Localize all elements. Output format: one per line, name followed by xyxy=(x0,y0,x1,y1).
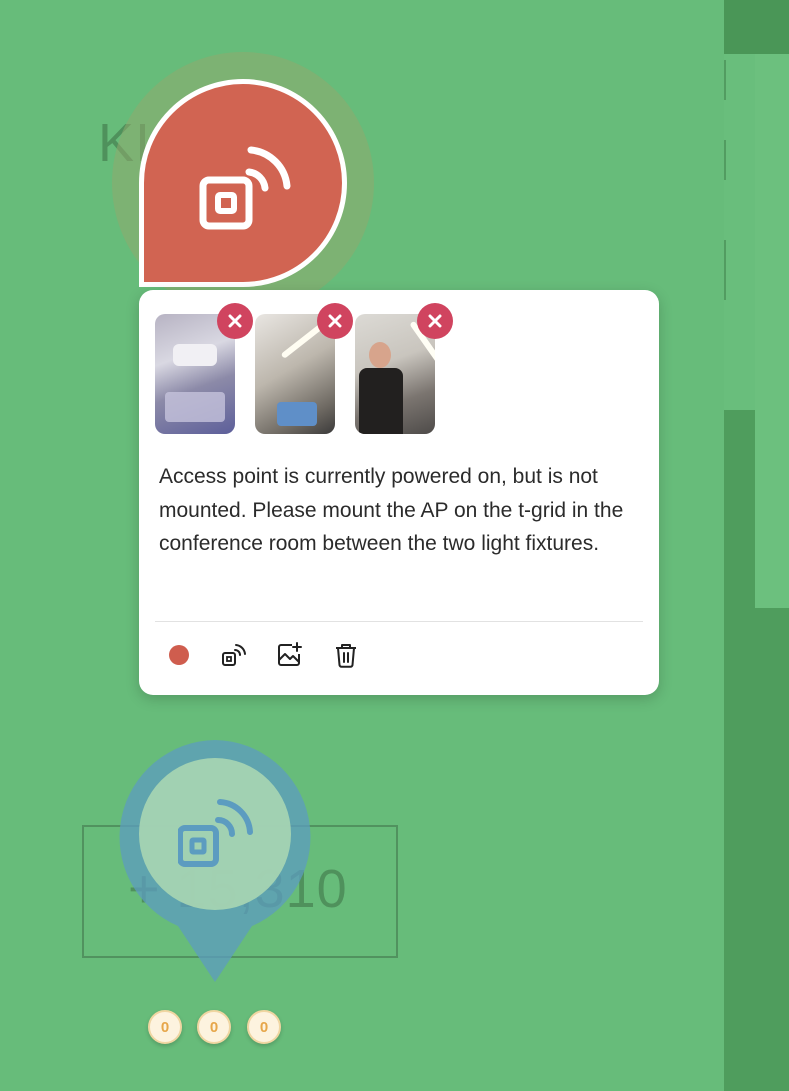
device-type-button[interactable] xyxy=(216,637,252,673)
count-badge[interactable]: 0 xyxy=(247,1010,281,1044)
access-point-popup: Access point is currently powered on, bu… xyxy=(139,290,659,695)
access-point-icon xyxy=(178,799,253,867)
map-wall-dash xyxy=(724,60,726,100)
map-wall-dash xyxy=(724,240,726,300)
popup-toolbar xyxy=(139,637,659,673)
remove-photo-button[interactable] xyxy=(317,303,353,339)
note-text[interactable]: Access point is currently powered on, bu… xyxy=(159,460,649,561)
status-button[interactable] xyxy=(161,637,197,673)
close-icon xyxy=(428,314,442,328)
remove-photo-button[interactable] xyxy=(417,303,453,339)
close-icon xyxy=(228,314,242,328)
map-room-mid xyxy=(724,54,756,410)
access-point-marker-selected[interactable] xyxy=(139,79,347,287)
trash-icon xyxy=(336,644,356,668)
add-photo-button[interactable] xyxy=(272,637,308,673)
access-point-marker[interactable] xyxy=(114,736,316,986)
count-badge[interactable]: 0 xyxy=(197,1010,231,1044)
count-badge[interactable]: 0 xyxy=(148,1010,182,1044)
status-dot xyxy=(169,645,189,665)
remove-photo-button[interactable] xyxy=(217,303,253,339)
map-wall-dash xyxy=(724,140,726,180)
map-room-light xyxy=(755,54,789,608)
divider xyxy=(155,621,643,622)
access-point-icon xyxy=(199,146,291,230)
delete-button[interactable] xyxy=(328,637,364,673)
access-point-icon xyxy=(222,644,246,666)
add-image-icon xyxy=(278,642,302,666)
close-icon xyxy=(328,314,342,328)
map-column-top xyxy=(724,0,789,54)
